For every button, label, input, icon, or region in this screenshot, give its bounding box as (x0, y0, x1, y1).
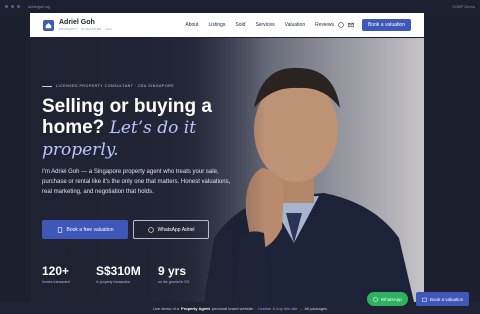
stat-value: S$310M (96, 264, 141, 278)
footer-bold: Property Agent (181, 305, 210, 311)
eyebrow-text: LICENSED PROPERTY CONSULTANT · CEA SINGA… (56, 84, 175, 88)
stat-volume: S$310M in property transacted (96, 264, 158, 284)
mail-icon[interactable] (348, 22, 354, 28)
eyebrow-rule (42, 85, 52, 87)
main-nav: About Listings Sold Services Valuation R… (185, 22, 334, 28)
window-dot[interactable] (5, 4, 8, 8)
stat-years: 9 yrs on the ground in SG (158, 264, 218, 284)
hero-description: I'm Adriel Goh — a Singapore property ag… (42, 169, 231, 195)
footer-middle: personal brand website · (211, 305, 256, 311)
whatsapp-icon (147, 226, 154, 233)
free-valuation-button[interactable]: Book a free valuation (42, 220, 128, 239)
window-dot[interactable] (11, 4, 14, 8)
hero-stats: 120+ homes transacted S$310M in property… (42, 264, 218, 284)
whatsapp-label: WhatsApp Adriel (157, 226, 195, 233)
stat-value: 120+ (42, 264, 70, 278)
floating-book-button[interactable]: Book a valuation (416, 292, 470, 306)
floating-book-label: Book a valuation (430, 296, 464, 302)
hero-section: LICENSED PROPERTY CONSULTANT · CEA SINGA… (30, 38, 424, 302)
nav-link-services[interactable]: Services (255, 22, 274, 28)
stat-homes: 120+ homes transacted (42, 264, 96, 284)
book-valuation-button[interactable]: Book a valuation (362, 19, 411, 31)
document-icon (57, 226, 62, 233)
nav-link-sold[interactable]: Sold (235, 22, 245, 28)
brand[interactable]: Adriel Goh PROPERTY · SINGAPORE · CEA (59, 19, 112, 31)
stat-label: in property transacted (96, 280, 130, 284)
footer-suffix[interactable]: All packages (305, 306, 328, 311)
footer-prefix: Live demo of a (152, 305, 180, 311)
whatsapp-icon (373, 296, 378, 302)
floating-whatsapp-button[interactable]: WhatsApp (367, 292, 408, 306)
window-dot[interactable] (17, 4, 20, 8)
site-header: Adriel Goh PROPERTY · SINGAPORE · CEA Ab… (30, 13, 424, 37)
stat-label: on the ground in SG (158, 280, 190, 284)
license-link[interactable]: License & buy this site → (258, 306, 303, 311)
demo-footer-bar: Live demo of a Property Agent personal b… (0, 302, 480, 314)
nav-link-about[interactable]: About (185, 22, 198, 28)
whatsapp-button[interactable]: WhatsApp Adriel (133, 220, 209, 239)
browser-bar: adrielgoh.sg SGBP Demo (0, 0, 480, 12)
nav-link-listings[interactable]: Listings (208, 22, 225, 28)
calendar-icon (422, 297, 427, 302)
address-bar[interactable]: adrielgoh.sg (28, 4, 452, 9)
hero-headline: Selling or buying a home? Let’s do it pr… (42, 96, 262, 161)
demo-label: SGBP Demo (452, 3, 475, 9)
stat-label: homes transacted (42, 280, 70, 284)
logo-icon[interactable] (43, 19, 54, 31)
nav-link-valuation[interactable]: Valuation (285, 22, 305, 28)
window-controls (5, 4, 20, 8)
brand-name: Adriel Goh (59, 19, 95, 26)
hero-eyebrow: LICENSED PROPERTY CONSULTANT · CEA SINGA… (42, 84, 174, 88)
chat-icon[interactable] (338, 22, 344, 28)
nav-link-reviews[interactable]: Reviews (315, 22, 334, 28)
floating-whatsapp-label: WhatsApp (381, 296, 402, 302)
stat-value: 9 yrs (158, 264, 187, 278)
free-valuation-label: Book a free valuation (66, 226, 114, 233)
brand-tagline: PROPERTY · SINGAPORE · CEA (59, 27, 113, 31)
